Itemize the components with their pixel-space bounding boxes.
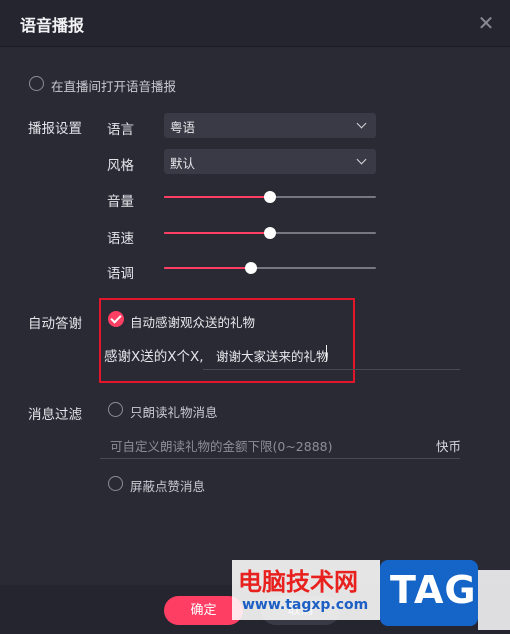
gift-amount-input[interactable]: 可自定义朗读礼物的金额下限(0~2888)	[110, 436, 333, 455]
watermark-logo: TAG	[380, 560, 478, 626]
broadcast-toggle-label[interactable]: 在直播间打开语音播报	[51, 76, 176, 95]
auto-thanks-checkbox-label[interactable]: 自动感谢观众送的礼物	[130, 312, 255, 331]
window-title: 语音播报	[20, 16, 85, 35]
slider-fill	[164, 267, 251, 269]
close-icon[interactable]: ✕	[476, 13, 496, 33]
chevron-down-icon	[356, 154, 367, 165]
gift-amount-underline	[100, 458, 460, 459]
thanks-message-input[interactable]: 谢谢大家送来的礼物	[216, 346, 329, 365]
slider-fill	[164, 232, 270, 234]
watermark-side	[478, 570, 510, 630]
watermark-site-name: 电脑技术网	[238, 568, 358, 596]
thanks-input-underline	[203, 369, 460, 370]
language-label: 语言	[107, 122, 134, 138]
chevron-down-icon	[356, 118, 367, 129]
watermark-logo-text: TAG	[390, 568, 477, 612]
volume-label: 音量	[107, 194, 134, 210]
pitch-label: 语调	[107, 266, 134, 282]
watermark-banner: 电脑技术网 www.tagxp.com	[232, 560, 380, 620]
highlight-box	[99, 298, 355, 383]
volume-slider[interactable]	[164, 190, 376, 204]
thanks-prefix-text: 感谢X送的X个X,	[104, 349, 204, 365]
slider-thumb[interactable]	[264, 227, 276, 239]
message-filter-label: 消息过滤	[28, 407, 82, 423]
watermark-url: www.tagxp.com	[242, 597, 369, 613]
slider-thumb[interactable]	[244, 262, 257, 274]
slider-thumb[interactable]	[264, 191, 276, 203]
style-value: 默认	[170, 156, 196, 171]
broadcast-settings-label: 播报设置	[28, 121, 82, 137]
style-select[interactable]: 默认	[164, 149, 376, 174]
pitch-slider[interactable]	[164, 261, 376, 275]
gift-only-label[interactable]: 只朗读礼物消息	[130, 402, 218, 421]
block-likes-radio[interactable]	[108, 476, 123, 491]
slider-fill	[164, 196, 270, 198]
speed-slider[interactable]	[164, 226, 376, 240]
speed-label: 语速	[107, 231, 134, 247]
gift-only-radio[interactable]	[108, 402, 123, 417]
title-bar: 语音播报 ✕	[0, 0, 510, 47]
text-caret	[326, 345, 327, 361]
auto-thanks-label: 自动答谢	[28, 316, 82, 332]
currency-label: 快币	[436, 439, 462, 454]
block-likes-label[interactable]: 屏蔽点赞消息	[130, 476, 205, 495]
style-label: 风格	[107, 158, 134, 174]
language-select[interactable]: 粤语	[164, 113, 376, 138]
auto-thanks-checkbox[interactable]	[108, 311, 124, 327]
language-value: 粤语	[170, 120, 196, 135]
broadcast-toggle-radio[interactable]	[29, 76, 44, 91]
